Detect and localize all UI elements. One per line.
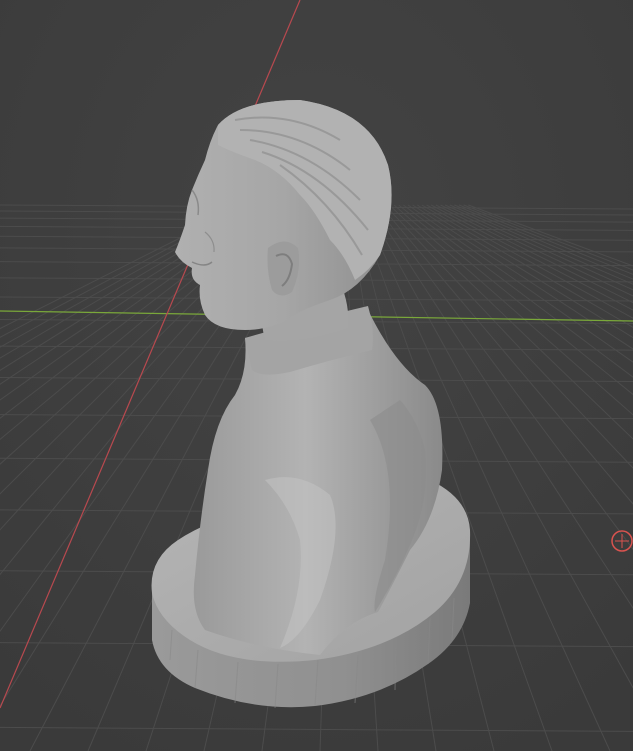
viewport-canvas[interactable] xyxy=(0,0,633,751)
origin-marker-icon[interactable] xyxy=(611,530,633,552)
3d-viewport[interactable] xyxy=(0,0,633,751)
